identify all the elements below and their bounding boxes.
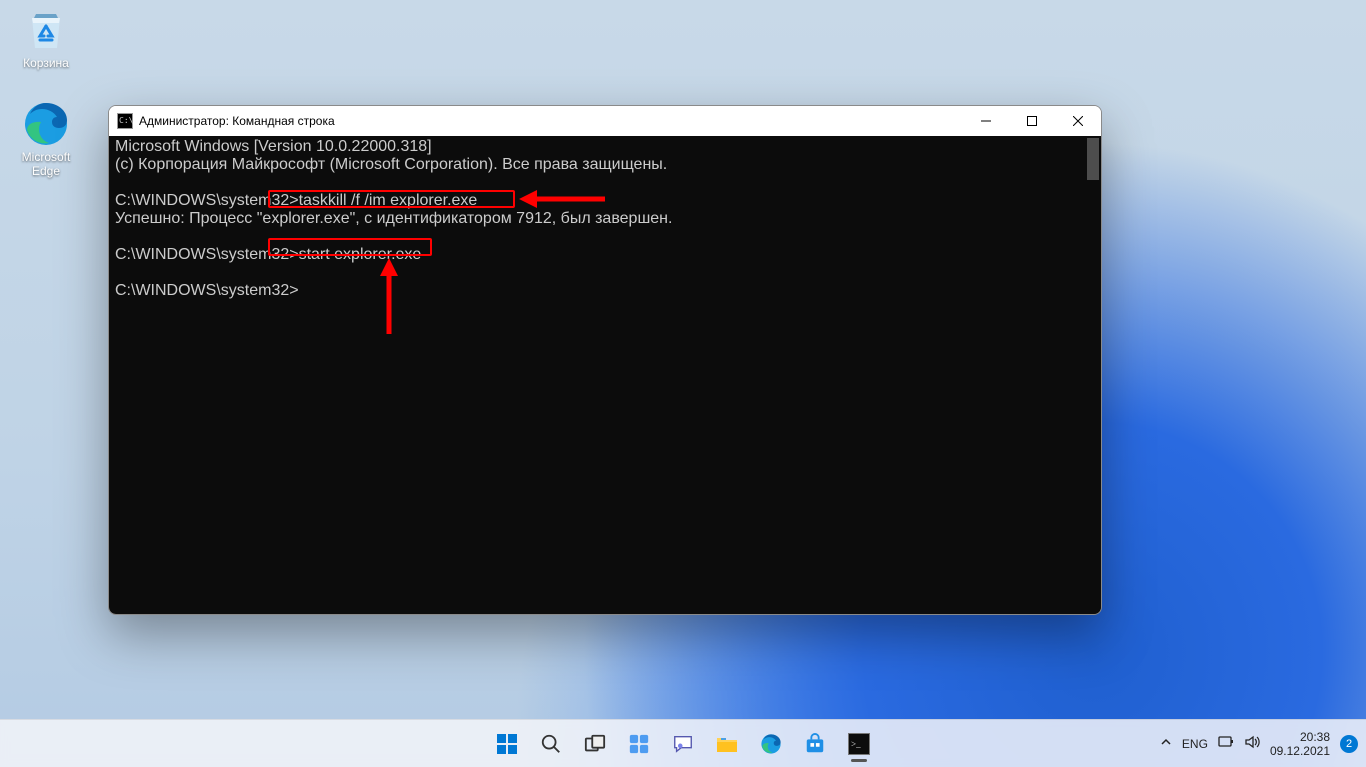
titlebar[interactable]: Администратор: Командная строка: [109, 106, 1101, 136]
search-button[interactable]: [531, 724, 571, 764]
close-button[interactable]: [1055, 106, 1101, 136]
maximize-button[interactable]: [1009, 106, 1055, 136]
recycle-bin-glyph: [22, 6, 70, 54]
terminal-output: Microsoft Windows [Version 10.0.22000.31…: [109, 136, 1101, 614]
tray-overflow-button[interactable]: [1160, 736, 1172, 751]
store-button[interactable]: [795, 724, 835, 764]
cmd-taskbar-button[interactable]: >_: [839, 724, 879, 764]
network-icon[interactable]: [1218, 735, 1234, 752]
taskbar-center: >_: [487, 724, 879, 764]
edge-taskbar-button[interactable]: [751, 724, 791, 764]
window-title: Администратор: Командная строка: [139, 114, 963, 128]
language-indicator[interactable]: ENG: [1182, 737, 1208, 751]
chat-button[interactable]: [663, 724, 703, 764]
explorer-button[interactable]: [707, 724, 747, 764]
clock-date: 09.12.2021: [1270, 744, 1330, 758]
cmd-icon: [117, 113, 133, 129]
taskbar-right: ENG 20:38 09.12.2021 2: [1160, 730, 1358, 758]
recycle-bin-icon[interactable]: Корзина: [8, 6, 84, 70]
taskview-button[interactable]: [575, 724, 615, 764]
edge-glyph: [22, 100, 70, 148]
minimize-button[interactable]: [963, 106, 1009, 136]
scrollbar-thumb[interactable]: [1087, 138, 1099, 180]
terminal-area[interactable]: Microsoft Windows [Version 10.0.22000.31…: [109, 136, 1101, 614]
edge-icon[interactable]: Microsoft Edge: [8, 100, 84, 178]
clock[interactable]: 20:38 09.12.2021: [1270, 730, 1330, 758]
clock-time: 20:38: [1300, 730, 1330, 744]
edge-label: Microsoft Edge: [8, 150, 84, 178]
cmd-taskbar-icon: >_: [848, 733, 870, 755]
cmd-window: Администратор: Командная строка Microsof…: [108, 105, 1102, 615]
recycle-bin-label: Корзина: [8, 56, 84, 70]
volume-icon[interactable]: [1244, 735, 1260, 752]
desktop[interactable]: Корзина Microsoft Edge Администратор: Ко…: [0, 0, 1366, 767]
terminal-scrollbar[interactable]: [1085, 136, 1101, 614]
taskbar: >_ ENG 20:38 09.12.2021 2: [0, 719, 1366, 767]
widgets-button[interactable]: [619, 724, 659, 764]
start-button[interactable]: [487, 724, 527, 764]
notification-badge[interactable]: 2: [1340, 735, 1358, 753]
